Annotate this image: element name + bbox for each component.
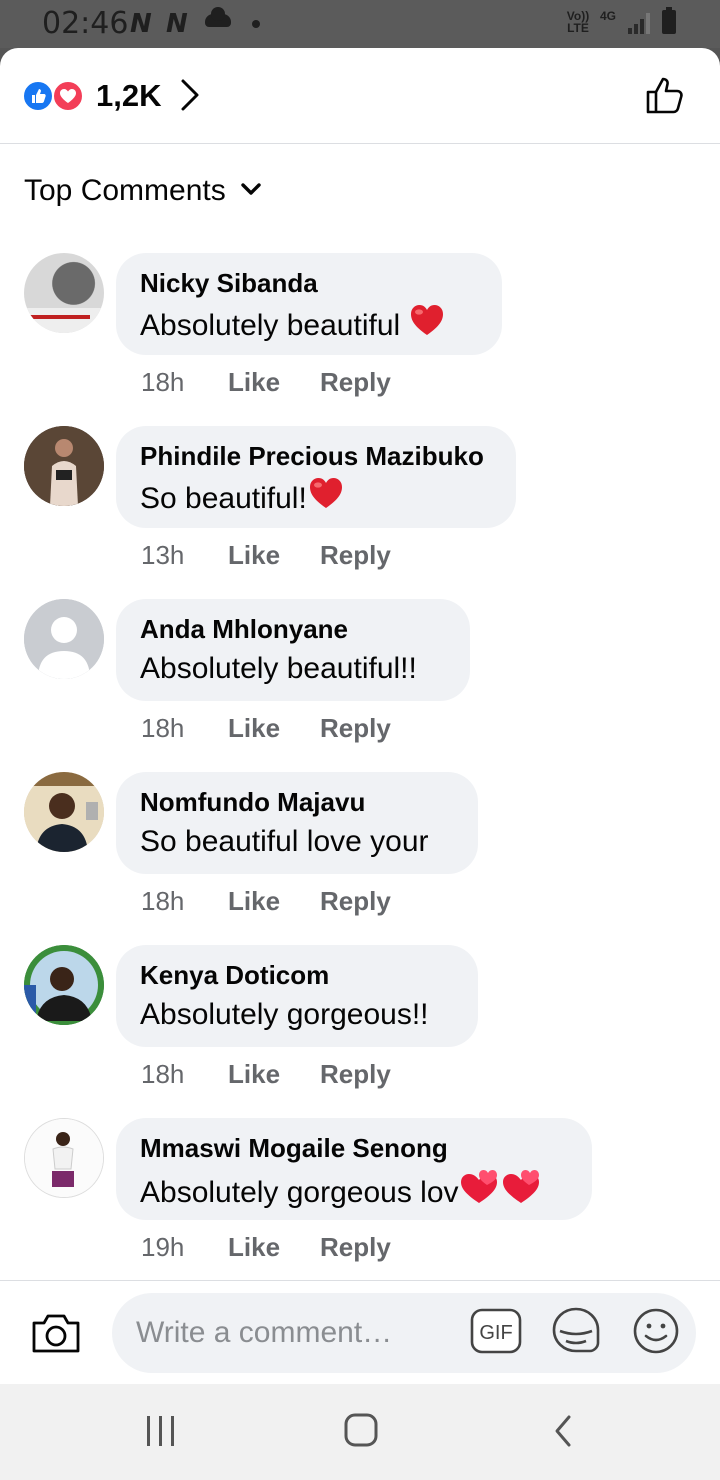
comment-input[interactable] <box>112 1293 696 1373</box>
recent-apps-icon[interactable] <box>144 1414 178 1453</box>
comment-like-button[interactable]: Like <box>228 886 320 917</box>
commenter-name[interactable]: Nomfundo Majavu <box>140 786 454 818</box>
comment-item: Mmaswi Mogaile Senong Absolutely gorgeou… <box>0 1118 720 1292</box>
avatar[interactable] <box>24 772 104 852</box>
comment-item: Anda Mhlonyane Absolutely beautiful!! 18… <box>0 599 720 773</box>
comment-bubble[interactable]: Mmaswi Mogaile Senong Absolutely gorgeou… <box>116 1118 592 1220</box>
comment-text: Absolutely gorgeous lov <box>140 1167 568 1219</box>
comment-actions: 18h Like Reply <box>141 713 391 744</box>
reactions-bar: 1,2K <box>0 48 720 144</box>
signal-icon <box>628 12 652 34</box>
comment-item: Kenya Doticom Absolutely gorgeous!! 18h … <box>0 945 720 1119</box>
battery-icon <box>662 7 676 34</box>
comment-bubble[interactable]: Kenya Doticom Absolutely gorgeous!! <box>116 945 478 1047</box>
comment-reply-button[interactable]: Reply <box>320 1232 391 1263</box>
comment-like-button[interactable]: Like <box>228 1232 320 1263</box>
red-heart-emoji-icon <box>408 302 446 350</box>
cloud-icon <box>205 7 231 27</box>
comment-item: Nomfundo Majavu So beautiful love your 1… <box>0 772 720 946</box>
avatar[interactable] <box>24 253 104 333</box>
gif-icon[interactable]: GIF <box>470 1308 522 1359</box>
comment-reply-button[interactable]: Reply <box>320 713 391 744</box>
chevron-down-icon <box>240 181 262 202</box>
comment-reply-button[interactable]: Reply <box>320 367 391 398</box>
comment-actions: 18h Like Reply <box>141 886 391 917</box>
svg-text:GIF: GIF <box>479 1322 512 1344</box>
chevron-right-icon[interactable] <box>178 78 202 117</box>
comment-time: 18h <box>141 367 185 397</box>
comment-bubble[interactable]: Nomfundo Majavu So beautiful love your <box>116 772 478 874</box>
volte-indicator: Vo)) LTE <box>566 9 590 35</box>
notification-icon: N <box>166 9 188 39</box>
comment-reply-button[interactable]: Reply <box>320 886 391 917</box>
sort-label: Top Comments <box>24 174 226 207</box>
camera-icon[interactable] <box>30 1309 82 1362</box>
comment-time: 13h <box>141 540 185 570</box>
back-icon[interactable] <box>552 1414 574 1453</box>
emoji-icon[interactable] <box>632 1307 680 1360</box>
avatar[interactable] <box>24 945 104 1025</box>
commenter-name[interactable]: Phindile Precious Mazibuko <box>140 440 492 472</box>
commenter-name[interactable]: Mmaswi Mogaile Senong <box>140 1132 568 1164</box>
reactions-summary[interactable] <box>22 80 88 112</box>
notification-icon: N <box>130 9 152 39</box>
comment-body: Absolutely gorgeous lov <box>140 1176 459 1209</box>
comment-text: Absolutely gorgeous!! <box>140 994 454 1036</box>
comment-actions: 13h Like Reply <box>141 540 391 571</box>
comment-body: Absolutely gorgeous!! <box>140 998 429 1031</box>
comment-bubble[interactable]: Anda Mhlonyane Absolutely beautiful!! <box>116 599 470 701</box>
avatar[interactable] <box>24 599 104 679</box>
comment-text: Absolutely beautiful <box>140 302 478 350</box>
comment-reply-button[interactable]: Reply <box>320 540 391 571</box>
reaction-count[interactable]: 1,2K <box>96 78 161 114</box>
status-time: 02:46 <box>42 6 129 41</box>
comment-time: 19h <box>141 1232 185 1262</box>
comment-like-button[interactable]: Like <box>228 1059 320 1090</box>
network-type-indicator: 4G <box>600 9 617 23</box>
like-post-button[interactable] <box>644 74 688 121</box>
commenter-name[interactable]: Nicky Sibanda <box>140 267 478 299</box>
comment-like-button[interactable]: Like <box>228 367 320 398</box>
system-navigation-bar <box>0 1384 720 1480</box>
comment-item: Phindile Precious Mazibuko So beautiful!… <box>0 426 720 600</box>
sticker-icon[interactable] <box>550 1305 602 1362</box>
avatar[interactable] <box>24 426 104 506</box>
comment-time: 18h <box>141 886 185 916</box>
comment-actions: 19h Like Reply <box>141 1232 391 1263</box>
two-hearts-emoji-icon <box>459 1167 539 1219</box>
comment-composer: GIF <box>0 1280 720 1384</box>
comment-body: Absolutely beautiful <box>140 309 401 342</box>
comment-reply-button[interactable]: Reply <box>320 1059 391 1090</box>
comment-body: So beautiful! <box>140 482 307 515</box>
more-notifications-dot-icon <box>252 20 260 28</box>
home-icon[interactable] <box>343 1412 379 1453</box>
comment-actions: 18h Like Reply <box>141 1059 391 1090</box>
comment-like-button[interactable]: Like <box>228 713 320 744</box>
commenter-name[interactable]: Kenya Doticom <box>140 959 454 991</box>
comment-like-button[interactable]: Like <box>228 540 320 571</box>
comment-text: Absolutely beautiful!! <box>140 648 446 690</box>
comment-item: Nicky Sibanda Absolutely beautiful 18h L… <box>0 253 720 427</box>
comment-time: 18h <box>141 1059 185 1089</box>
comment-body: Absolutely beautiful!! <box>140 652 417 685</box>
comment-text: So beautiful! <box>140 475 492 523</box>
comment-time: 18h <box>141 713 185 743</box>
comment-actions: 18h Like Reply <box>141 367 391 398</box>
comment-text: So beautiful love your <box>140 821 454 863</box>
sort-comments-dropdown[interactable]: Top Comments <box>24 174 262 208</box>
avatar[interactable] <box>24 1118 104 1198</box>
like-reaction-icon <box>22 80 54 112</box>
comment-body: So beautiful love your <box>140 825 429 858</box>
status-bar: 02:46 N N Vo)) LTE 4G <box>0 0 720 48</box>
comments-sheet: 1,2K Top Comments Nicky Sibanda Absolute… <box>0 48 720 1384</box>
commenter-name[interactable]: Anda Mhlonyane <box>140 613 446 645</box>
comment-bubble[interactable]: Nicky Sibanda Absolutely beautiful <box>116 253 502 355</box>
love-reaction-icon <box>52 80 84 112</box>
comment-bubble[interactable]: Phindile Precious Mazibuko So beautiful! <box>116 426 516 528</box>
red-heart-emoji-icon <box>307 475 345 523</box>
